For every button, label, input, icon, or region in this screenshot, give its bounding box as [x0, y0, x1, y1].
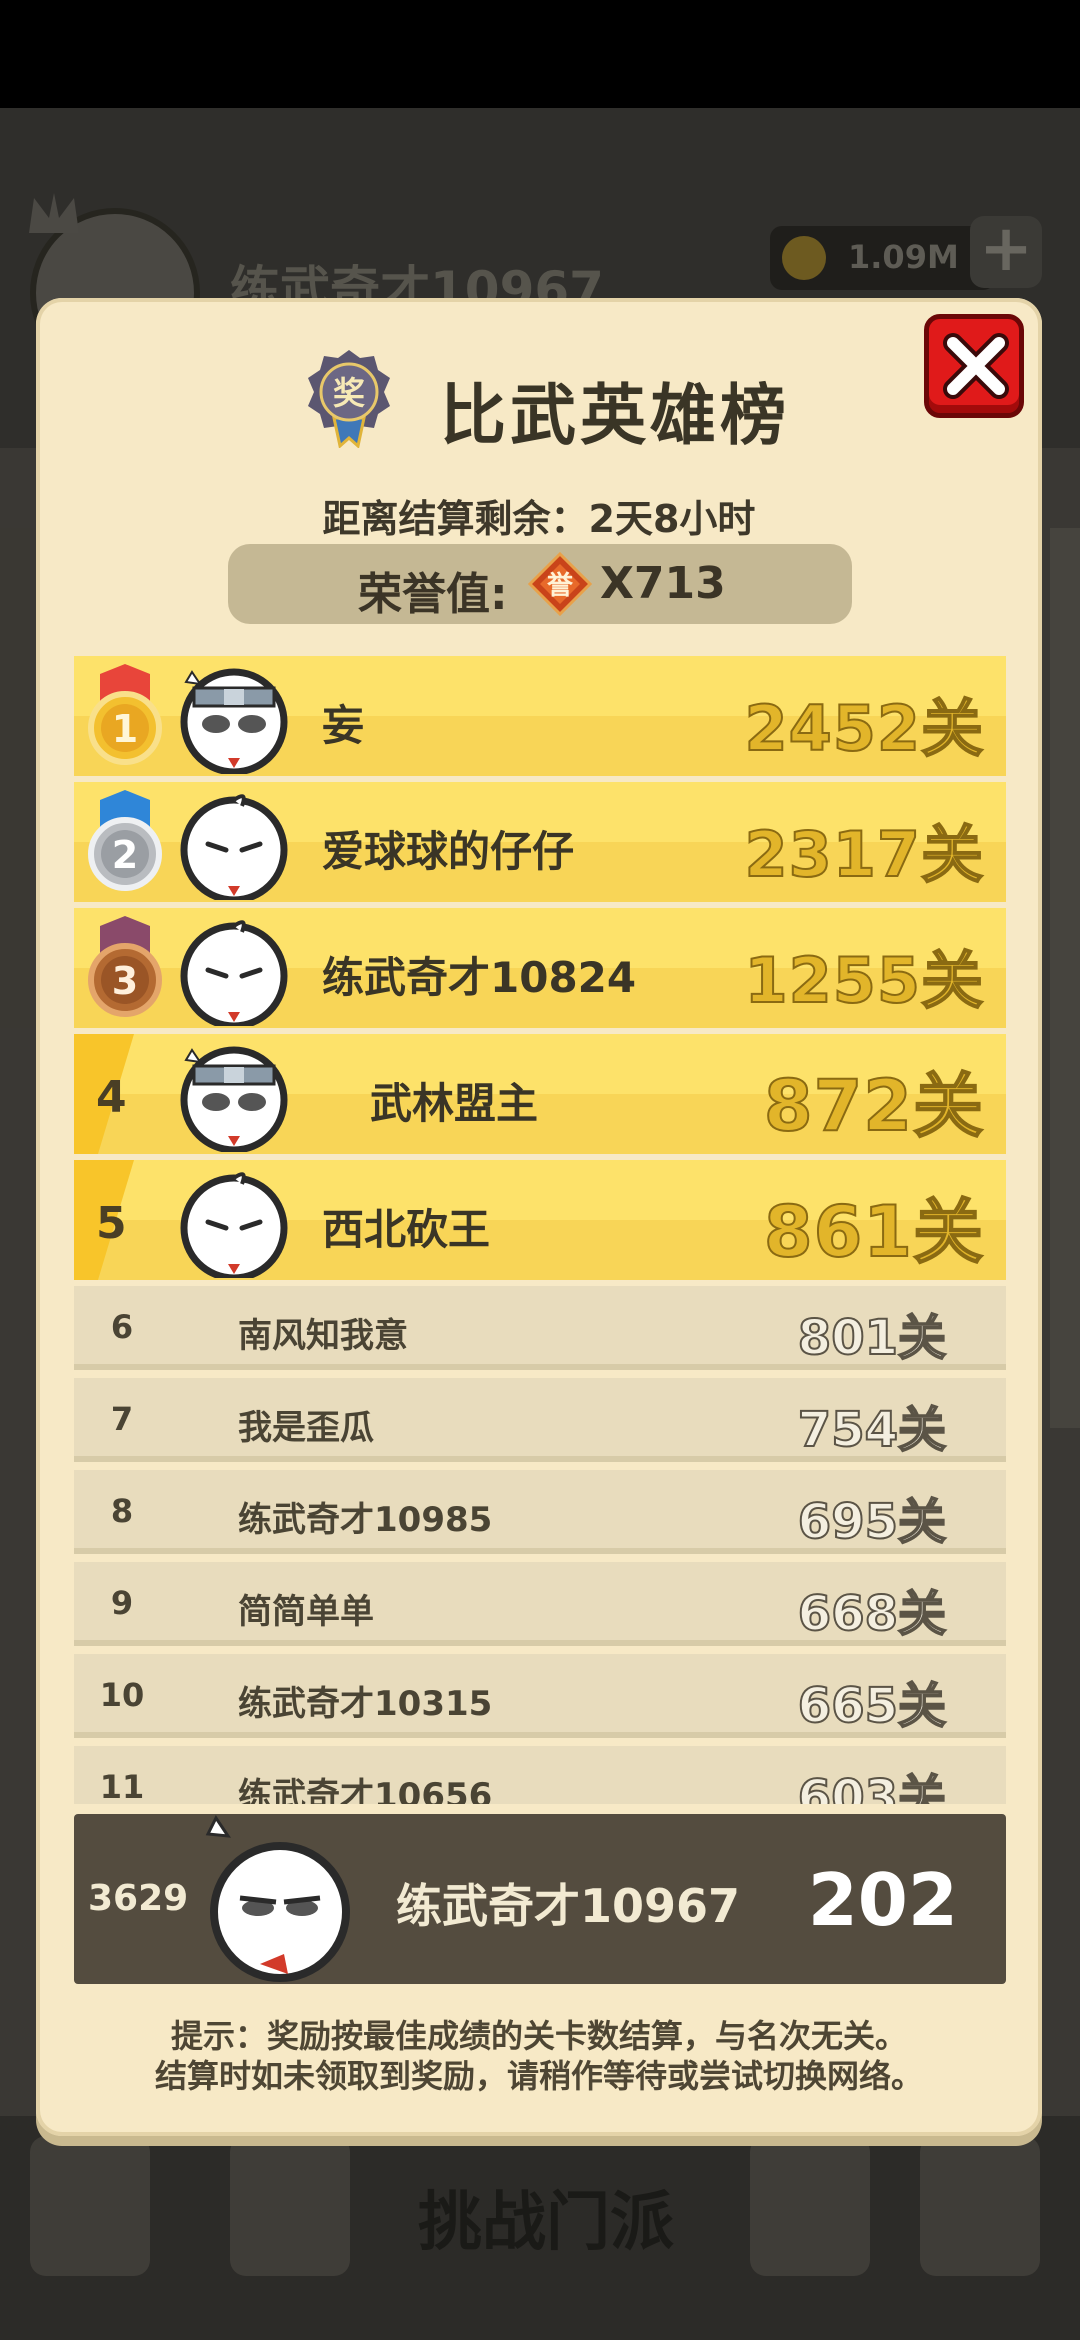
- player-score: 1255关: [743, 943, 984, 1018]
- player-score: 695关: [797, 1493, 947, 1551]
- nav-task-slot: [30, 2136, 150, 2276]
- background-side-right: [1050, 528, 1080, 1428]
- player-name: 西北砍王: [322, 1205, 491, 1254]
- rank-row-3[interactable]: 3 练武奇才10824 1255关: [74, 908, 1006, 1028]
- coin-icon: [782, 236, 826, 280]
- rank-row-10[interactable]: 10 练武奇才10315 665关: [74, 1654, 1006, 1738]
- rank-number: 2: [112, 833, 138, 877]
- rank-number: 8: [110, 1492, 134, 1530]
- my-avatar-icon: [205, 1815, 350, 1982]
- reward-tip-line-2: 结算时如未领取到奖励，请稍作等待或尝试切换网络。: [154, 2057, 923, 2095]
- player-score: 668关: [797, 1585, 947, 1643]
- rank-row-6[interactable]: 6 南风知我意 801关: [74, 1286, 1006, 1370]
- rank-number: 6: [110, 1308, 134, 1346]
- nav-house-slot: [750, 2136, 870, 2276]
- silver-medal-icon: 2: [88, 790, 162, 891]
- background-side-left: [0, 528, 40, 1028]
- rank-number: 1: [112, 707, 138, 751]
- gold-medal-icon: 1: [88, 664, 162, 765]
- player-score: 861关: [763, 1190, 984, 1274]
- nav-train-slot: [230, 2136, 350, 2276]
- my-player-score: 202: [807, 1858, 958, 1942]
- plain-avatar-icon: [180, 920, 288, 1026]
- nav-challenge-label: 挑战门派: [418, 2186, 674, 2260]
- player-score: 872关: [763, 1064, 984, 1148]
- add-currency-button: +: [970, 216, 1042, 288]
- player-name: 练武奇才10656: [238, 1776, 493, 1804]
- currency-amount: 1.09M: [848, 238, 959, 276]
- player-name: 练武奇才10315: [238, 1684, 493, 1724]
- rank-row-1[interactable]: 1 妄 2452关: [74, 656, 1006, 776]
- player-name: 练武奇才10824: [322, 953, 637, 1002]
- rank-row-5[interactable]: 5 西北砍王 861关: [74, 1160, 1006, 1280]
- leaderboard-modal: 奖 比武英雄榜 距离结算剩余：2天8小时 荣誉值: 誉 X713 1 妄 245…: [36, 298, 1042, 2136]
- background-bottom-nav: 挑战门派: [0, 2116, 1080, 2340]
- headband-avatar-icon: [180, 1046, 288, 1152]
- rank-row-11[interactable]: 11 练武奇才10656 603关: [74, 1746, 1006, 1804]
- player-score: 603关: [797, 1769, 947, 1804]
- player-name: 爱球球的仔仔: [322, 827, 575, 876]
- rank-number: 9: [110, 1584, 134, 1622]
- player-score: 2452关: [743, 691, 984, 766]
- player-name: 我是歪瓜: [238, 1408, 374, 1448]
- player-name: 妄: [322, 701, 365, 750]
- rank-number: 3: [112, 959, 138, 1003]
- my-rank-row: 3629 练武奇才10967 202: [74, 1814, 1006, 1984]
- rank-number: 4: [96, 1072, 127, 1123]
- rank-row-7[interactable]: 7 我是歪瓜 754关: [74, 1378, 1006, 1462]
- crown-icon: [29, 193, 79, 233]
- ranking-list[interactable]: 1 妄 2452关 2 爱球球的仔仔 2317关 3 练武奇才10824 125…: [36, 298, 1042, 1804]
- player-name: 南风知我意: [238, 1316, 408, 1356]
- plain-avatar-icon: [180, 794, 288, 900]
- rank-row-4[interactable]: 4 武林盟主 872关: [74, 1034, 1006, 1154]
- status-bar: [0, 0, 1080, 108]
- rank-row-9[interactable]: 9 简简单单 668关: [74, 1562, 1006, 1646]
- rank-number: 7: [110, 1400, 134, 1438]
- bronze-medal-icon: 3: [88, 916, 162, 1017]
- plain-avatar-icon: [180, 1172, 288, 1278]
- player-score: 754关: [797, 1401, 947, 1459]
- player-name: 简简单单: [238, 1592, 374, 1632]
- nav-collect-slot: [920, 2136, 1040, 2276]
- my-player-name: 练武奇才10967: [396, 1879, 741, 1933]
- headband-avatar-icon: [180, 668, 288, 774]
- currency-display: 1.09M: [770, 226, 995, 290]
- player-name: 武林盟主: [370, 1079, 539, 1128]
- rank-row-8[interactable]: 8 练武奇才10985 695关: [74, 1470, 1006, 1554]
- my-rank-number: 3629: [88, 1878, 189, 1919]
- rank-number: 11: [99, 1768, 145, 1804]
- player-name: 练武奇才10985: [238, 1500, 493, 1540]
- reward-tip-line-1: 提示：奖励按最佳成绩的关卡数结算，与名次无关。: [170, 2017, 907, 2055]
- player-score: 2317关: [743, 817, 984, 892]
- reward-tip: 提示：奖励按最佳成绩的关卡数结算，与名次无关。 结算时如未领取到奖励，请稍作等待…: [36, 2016, 1042, 2096]
- rank-row-2[interactable]: 2 爱球球的仔仔 2317关: [74, 782, 1006, 902]
- player-score: 665关: [797, 1677, 947, 1735]
- rank-number: 10: [99, 1676, 145, 1714]
- rank-number: 5: [96, 1198, 127, 1249]
- player-score: 801关: [797, 1309, 947, 1367]
